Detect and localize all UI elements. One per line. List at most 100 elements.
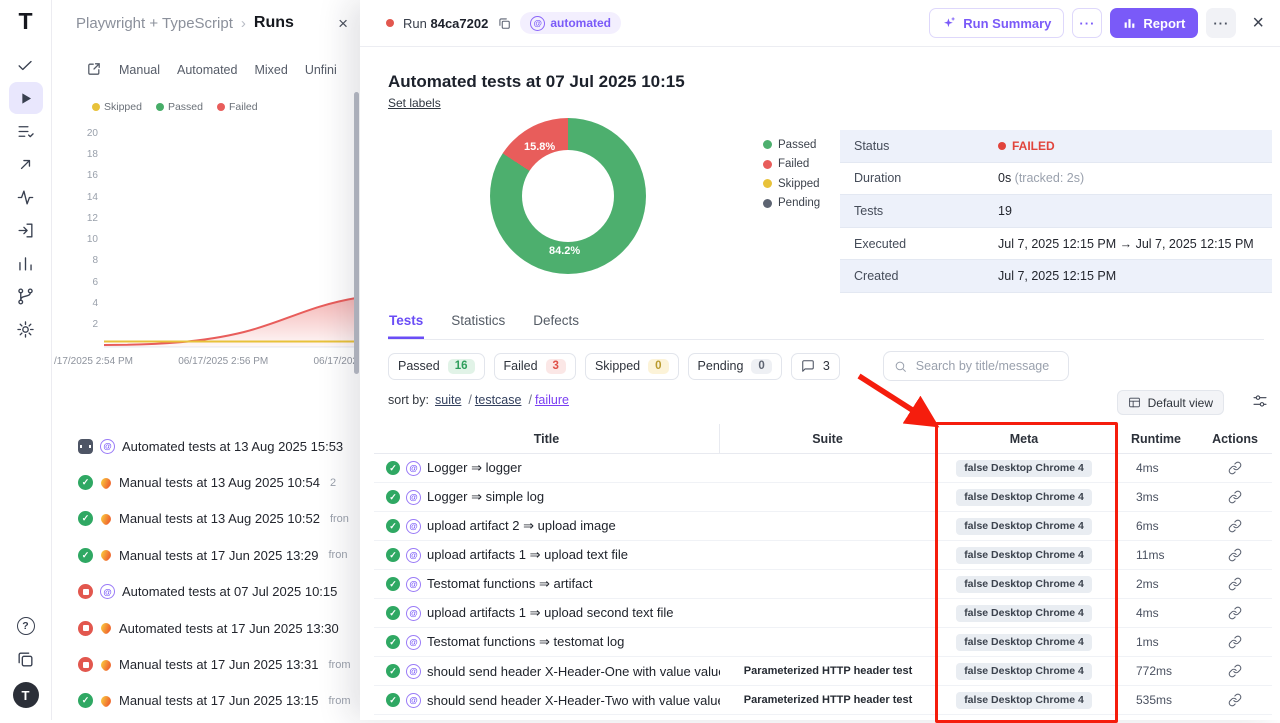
detail-tab[interactable]: Statistics: [450, 304, 506, 339]
set-labels-link[interactable]: Set labels: [388, 96, 441, 110]
more-menu-button[interactable]: ···: [1206, 8, 1236, 38]
test-row[interactable]: should send header X-Header-Two with val…: [374, 686, 1272, 715]
run-summary-button[interactable]: Run Summary: [929, 8, 1064, 38]
sort-link[interactable]: testcase: [475, 393, 535, 407]
link-icon[interactable]: [1228, 490, 1242, 504]
test-title-cell: should send header X-Header-One with val…: [374, 664, 720, 679]
help-icon[interactable]: ?: [9, 610, 43, 642]
status-filter-chip[interactable]: Skipped0: [585, 353, 679, 380]
detail-tabs: Tests Statistics Defects: [388, 304, 1264, 340]
test-row[interactable]: Logger ⇒ simple log false Desktop Chrome…: [374, 483, 1272, 512]
test-row[interactable]: upload artifacts 1 ⇒ upload second text …: [374, 599, 1272, 628]
test-row[interactable]: Testomat functions ⇒ testomat log false …: [374, 628, 1272, 657]
runs-filter-tab[interactable]: Mixed: [254, 63, 287, 77]
at-icon: @: [530, 16, 545, 31]
run-list-item[interactable]: Manual tests at 17 Jun 2025 13:31 from: [52, 646, 360, 682]
test-runtime: 3ms: [1112, 490, 1200, 504]
passed-icon: [386, 577, 400, 591]
test-row[interactable]: upload artifacts 1 ⇒ upload text file fa…: [374, 541, 1272, 570]
test-row[interactable]: Testomat functions ⇒ artifact false Desk…: [374, 570, 1272, 599]
activity-icon[interactable]: [9, 181, 43, 213]
default-view-button[interactable]: Default view: [1117, 390, 1224, 415]
run-info-table: Status FAILED Duration 0s (tracked: 2s) …: [840, 130, 1272, 293]
runs-icon[interactable]: [9, 82, 43, 114]
runs-filter-tab[interactable]: Manual: [119, 63, 160, 77]
run-title: Manual tests at 13 Aug 2025 10:54: [119, 475, 320, 490]
legend-dot: [217, 103, 225, 111]
runs-panel-close-icon[interactable]: ×: [338, 15, 348, 32]
legend-item: Failed: [217, 101, 258, 113]
runs-filter-tab[interactable]: Automated: [177, 63, 237, 77]
link-icon[interactable]: [1228, 461, 1242, 475]
link-icon[interactable]: [1228, 635, 1242, 649]
meta-badge: false Desktop Chrome 4: [956, 460, 1092, 477]
branch-icon[interactable]: [9, 280, 43, 312]
copy-icon[interactable]: [497, 16, 511, 30]
column-header[interactable]: Actions: [1200, 424, 1270, 453]
search-box: [883, 351, 1069, 381]
app-logo[interactable]: T: [18, 10, 32, 33]
detail-tab[interactable]: Tests: [388, 304, 424, 339]
run-list-item[interactable]: Automated tests at 07 Jul 2025 10:15: [52, 574, 360, 610]
search-input[interactable]: [914, 358, 1058, 374]
settings-icon[interactable]: [9, 313, 43, 345]
launch-icon[interactable]: [9, 148, 43, 180]
run-list-item[interactable]: Manual tests at 17 Jun 2025 13:15 from: [52, 683, 360, 719]
breadcrumb-project[interactable]: Playwright + TypeScript: [76, 15, 233, 32]
column-header[interactable]: Meta: [936, 424, 1112, 453]
test-meta-cell: false Desktop Chrome 4: [936, 692, 1112, 709]
analytics-icon[interactable]: [9, 247, 43, 279]
sort-row: sort by: suitetestcasefailure: [388, 393, 569, 407]
run-list-item[interactable]: Manual tests at 13 Aug 2025 10:54 2: [52, 464, 360, 500]
scrollbar-thumb[interactable]: [354, 92, 359, 374]
run-list-item[interactable]: Manual tests at 13 Aug 2025 10:52 fron: [52, 501, 360, 537]
test-actions-cell: [1200, 461, 1270, 475]
link-icon[interactable]: [1228, 519, 1242, 533]
link-icon[interactable]: [1228, 693, 1242, 707]
run-status-icon: [78, 657, 93, 672]
tasks-icon[interactable]: [9, 49, 43, 81]
link-icon[interactable]: [1228, 664, 1242, 678]
test-row[interactable]: Logger ⇒ logger false Desktop Chrome 4 4…: [374, 454, 1272, 483]
run-list-item[interactable]: Manual tests at 17 Jun 2025 13:29 fron: [52, 537, 360, 573]
automated-icon: [406, 664, 421, 679]
automated-badge[interactable]: @automated: [520, 12, 621, 34]
legend-item: Failed: [763, 155, 820, 175]
run-status-icon: [78, 439, 93, 454]
detail-tab[interactable]: Defects: [532, 304, 580, 339]
runs-filter-tab[interactable]: Unfini: [305, 63, 337, 77]
test-title-cell: should send header X-Header-Two with val…: [374, 693, 720, 708]
view-settings-icon[interactable]: [1252, 393, 1268, 414]
status-filter-chip[interactable]: Pending0: [688, 353, 782, 380]
status-filter-chip[interactable]: Passed16: [388, 353, 485, 380]
automated-icon: [406, 461, 421, 476]
column-header[interactable]: Title: [374, 424, 720, 453]
report-button[interactable]: Report: [1110, 8, 1198, 38]
test-meta-cell: false Desktop Chrome 4: [936, 576, 1112, 593]
legend-dot: [763, 179, 772, 188]
comments-filter-chip[interactable]: 3: [791, 353, 840, 380]
close-icon[interactable]: ×: [1252, 13, 1264, 33]
sort-link[interactable]: failure: [535, 393, 569, 407]
column-header[interactable]: Suite: [720, 424, 936, 453]
test-row[interactable]: should send header X-Header-One with val…: [374, 657, 1272, 686]
status-filter-chip[interactable]: Failed3: [494, 353, 576, 380]
share-icon[interactable]: [86, 61, 102, 80]
test-row[interactable]: upload artifact 2 ⇒ upload image false D…: [374, 512, 1272, 541]
docs-icon[interactable]: [9, 643, 43, 675]
run-title: Automated tests at 17 Jun 2025 13:30: [119, 621, 339, 636]
profile-avatar[interactable]: T: [13, 682, 39, 708]
checklist-icon[interactable]: [9, 115, 43, 147]
legend-label: Failed: [229, 101, 258, 113]
import-icon[interactable]: [9, 214, 43, 246]
link-icon[interactable]: [1228, 606, 1242, 620]
column-header[interactable]: Runtime: [1112, 424, 1200, 453]
run-list-item[interactable]: Automated tests at 13 Aug 2025 15:53: [52, 428, 360, 464]
link-icon[interactable]: [1228, 548, 1242, 562]
passed-icon: [386, 664, 400, 678]
more-options-button[interactable]: ···: [1072, 8, 1102, 38]
run-list-item[interactable]: Automated tests at 17 Jun 2025 13:30: [52, 610, 360, 646]
link-icon[interactable]: [1228, 577, 1242, 591]
sort-link[interactable]: suite: [435, 393, 475, 407]
run-detail-panel: Run 84ca7202 @automated Run Summary ··· …: [360, 0, 1280, 720]
